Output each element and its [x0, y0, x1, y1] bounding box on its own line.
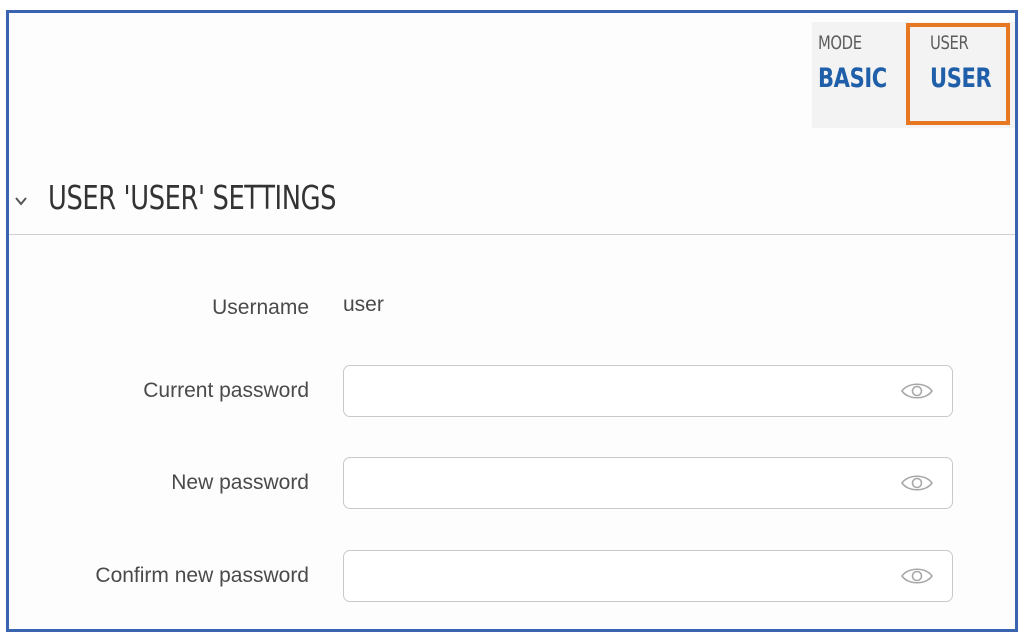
user-highlight-box: [906, 23, 1010, 125]
new-password-row: New password: [0, 457, 1027, 509]
confirm-password-field[interactable]: [343, 550, 953, 602]
current-password-input[interactable]: [354, 372, 888, 410]
current-password-label: Current password: [143, 379, 309, 402]
new-password-input[interactable]: [354, 464, 888, 502]
chevron-down-icon[interactable]: [14, 194, 28, 208]
section-title: USER 'USER' SETTINGS: [48, 178, 337, 217]
confirm-password-row: Confirm new password: [0, 550, 1027, 602]
current-password-row: Current password: [0, 365, 1027, 417]
confirm-password-label: Confirm new password: [95, 564, 309, 587]
new-password-field[interactable]: [343, 457, 953, 509]
mode-value[interactable]: BASIC: [818, 62, 887, 96]
current-password-field[interactable]: [343, 365, 953, 417]
eye-icon[interactable]: [900, 381, 934, 401]
section-divider: [9, 234, 1015, 235]
username-row: Username user: [0, 282, 1027, 334]
confirm-password-input[interactable]: [354, 557, 888, 595]
eye-icon[interactable]: [900, 566, 934, 586]
section-header[interactable]: USER 'USER' SETTINGS: [14, 178, 417, 217]
eye-icon[interactable]: [900, 473, 934, 493]
mode-indicator[interactable]: MODE BASIC: [818, 30, 906, 96]
mode-label: MODE: [818, 32, 862, 54]
username-value: user: [343, 293, 384, 316]
username-label: Username: [212, 296, 309, 319]
new-password-label: New password: [171, 471, 309, 494]
